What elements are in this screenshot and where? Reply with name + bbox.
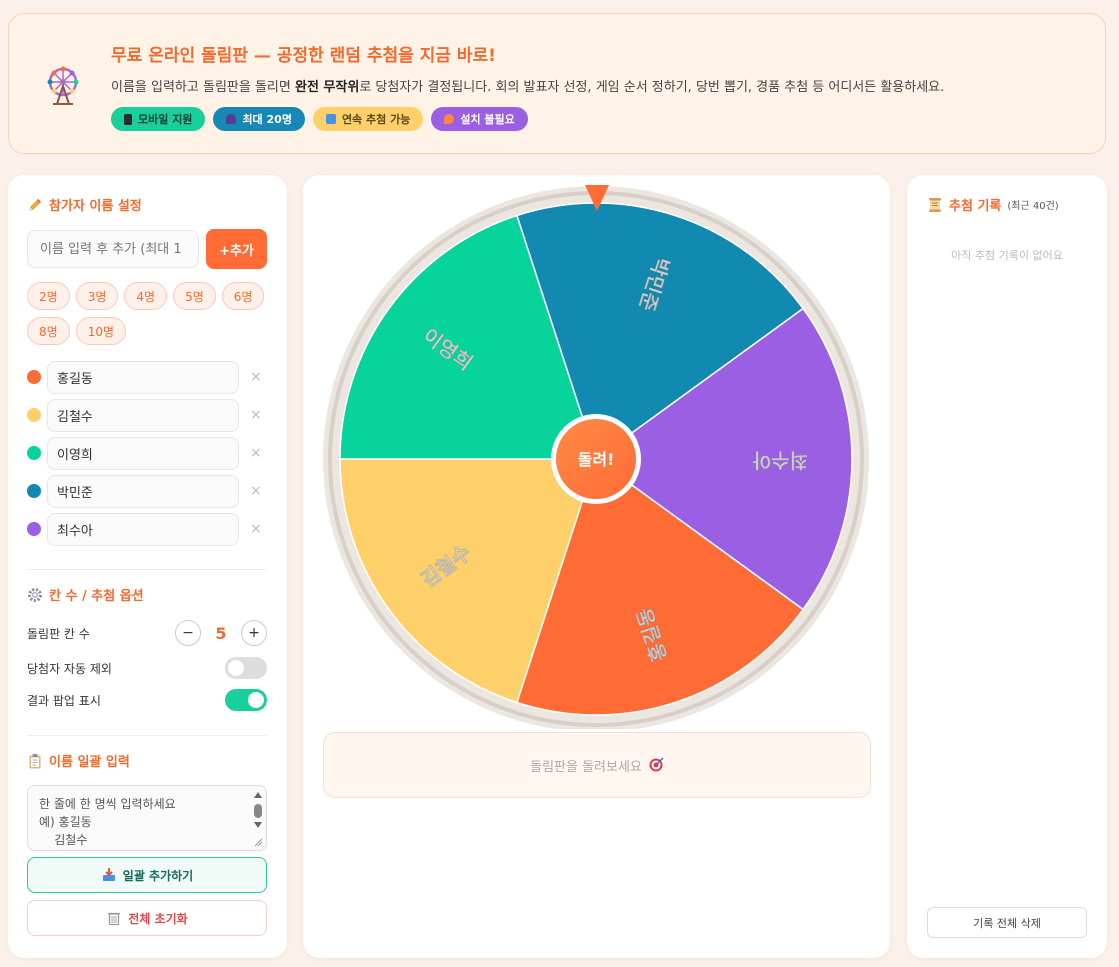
bulk-names-textarea[interactable]: 한 줄에 한 명씩 입력하세요 예) 홍길동 김철수 [27, 785, 267, 851]
slots-label: 돌림판 칸 수 [27, 626, 90, 641]
section-divider [27, 569, 267, 570]
participant-color-dot [27, 484, 41, 498]
wheel-slice-label: 최수아 [752, 449, 808, 473]
scroll-icon [929, 197, 941, 212]
participant-row: 최수아 × [25, 510, 275, 548]
participant-row: 박민준 × [25, 472, 275, 510]
auto-exclude-label: 당첨자 자동 제외 [27, 661, 112, 676]
settings-panel: 참가자 이름 설정 +추가 2명 3명 4명 5명 6명 8명 10명 홍길동 … [8, 175, 287, 958]
participant-name-field[interactable]: 최수아 [47, 512, 239, 546]
participant-name-field[interactable]: 이영희 [47, 436, 239, 470]
preset-chip-5[interactable]: 5명 [173, 282, 216, 310]
popup-label: 결과 팝업 표시 [27, 693, 101, 708]
intro-banner: 무료 온라인 돌림판 — 공정한 랜덤 추첨을 지금 바로! 이름을 입력하고 … [8, 13, 1106, 154]
participant-name-field[interactable]: 김철수 [47, 398, 239, 432]
result-display: 돌림판을 돌려보세요 [323, 732, 871, 798]
slots-decrease-button[interactable]: − [175, 620, 201, 646]
participant-name-field[interactable]: 박민준 [47, 474, 239, 508]
ferris-wheel-icon [47, 66, 79, 105]
participant-color-dot [27, 370, 41, 384]
participant-row: 이영희 × [25, 434, 275, 472]
repeat-icon [325, 114, 336, 124]
trash-icon [108, 912, 121, 926]
roulette-wheel[interactable]: 박민준최수아홍길동김철수이영희 돌려! [321, 179, 871, 729]
remove-participant-button[interactable]: × [250, 483, 262, 499]
participant-color-dot [27, 522, 41, 536]
slots-stepper: − 5 + [175, 620, 267, 646]
remove-participant-button[interactable]: × [250, 369, 262, 385]
preset-chip-2[interactable]: 2명 [27, 282, 70, 310]
section-divider [27, 735, 267, 736]
slots-option-row: 돌림판 칸 수 − 5 + [27, 619, 267, 647]
person-icon [226, 114, 237, 124]
phone-icon [124, 113, 132, 125]
participant-row: 홍길동 × [25, 358, 275, 396]
textarea-scrollbar[interactable] [252, 788, 264, 848]
banner-title: 무료 온라인 돌림판 — 공정한 랜덤 추첨을 지금 바로! [111, 46, 496, 66]
clipboard-icon [29, 753, 41, 768]
history-section-title: 추첨 기록 (최근 40건) [927, 195, 1059, 214]
participant-row: 김철수 × [25, 396, 275, 434]
preset-chip-4[interactable]: 4명 [124, 282, 168, 310]
history-panel: 추첨 기록 (최근 40건) 아직 추첨 기록이 없어요 기록 전체 삭제 [907, 175, 1107, 958]
bulk-add-button[interactable]: 일괄 추가하기 [27, 857, 267, 893]
remove-participant-button[interactable]: × [250, 407, 262, 423]
toggle-knob [248, 692, 264, 708]
add-participant-button[interactable]: +추가 [206, 229, 267, 269]
badge-repeat: 연속 추첨 가능 [312, 107, 424, 131]
slots-increase-button[interactable]: + [241, 620, 267, 646]
popup-toggle[interactable] [225, 689, 267, 711]
inbox-tray-icon [102, 868, 115, 881]
result-text: 돌림판을 돌려보세요 [530, 759, 642, 775]
options-section-title: 칸 수 / 추첨 옵션 [27, 585, 144, 604]
target-icon [649, 757, 664, 772]
pencil-icon [29, 198, 41, 211]
slots-value: 5 [215, 623, 227, 643]
popup-option-row: 결과 팝업 표시 [27, 686, 267, 714]
wheel-panel: 박민준 최수아 홍길동 김철수 이영희 돌려! 돌림판을 돌려보세요 [303, 175, 890, 958]
badge-mobile: 모바일 지원 [111, 107, 206, 131]
participant-list: 홍길동 × 김철수 × 이영희 × 박민준 × 최수아 × [25, 358, 275, 548]
spin-button-label: 돌려! [578, 450, 615, 469]
spin-button[interactable]: 돌려! [551, 414, 641, 504]
gear-icon [28, 587, 42, 602]
preset-chip-6[interactable]: 6명 [221, 282, 265, 310]
history-empty-message: 아직 추첨 기록이 없어요 [951, 249, 1063, 262]
remove-participant-button[interactable]: × [250, 521, 262, 537]
banner-description: 이름을 입력하고 돌림판을 돌리면 완전 무작위로 당첨자가 결정됩니다. 회의… [111, 80, 945, 95]
badge-max-people: 최대 20명 [213, 107, 305, 131]
toggle-knob [228, 660, 244, 676]
feature-badges: 모바일 지원 최대 20명 연속 추첨 가능 설치 불필요 [111, 107, 528, 131]
name-input[interactable] [27, 230, 199, 268]
preset-chip-8[interactable]: 8명 [27, 317, 70, 345]
participant-name-field[interactable]: 홍길동 [47, 360, 239, 394]
preset-chip-3[interactable]: 3명 [75, 282, 119, 310]
participant-color-dot [27, 408, 41, 422]
clear-history-button[interactable]: 기록 전체 삭제 [927, 907, 1087, 938]
history-subtitle: (최근 40건) [1007, 201, 1059, 212]
remove-participant-button[interactable]: × [250, 445, 262, 461]
preset-chip-10[interactable]: 10명 [75, 317, 126, 345]
participants-section-title: 참가자 이름 설정 [27, 195, 142, 214]
participant-color-dot [27, 446, 41, 460]
badge-no-install: 설치 불필요 [431, 107, 528, 131]
fire-icon [444, 114, 455, 124]
auto-exclude-toggle[interactable] [225, 657, 267, 679]
reset-all-button[interactable]: 전체 초기화 [27, 900, 267, 936]
bulk-section-title: 이름 일괄 입력 [27, 751, 130, 770]
preset-count-chips: 2명 3명 4명 5명 6명 8명 10명 [27, 282, 272, 345]
auto-exclude-option-row: 당첨자 자동 제외 [27, 654, 267, 682]
